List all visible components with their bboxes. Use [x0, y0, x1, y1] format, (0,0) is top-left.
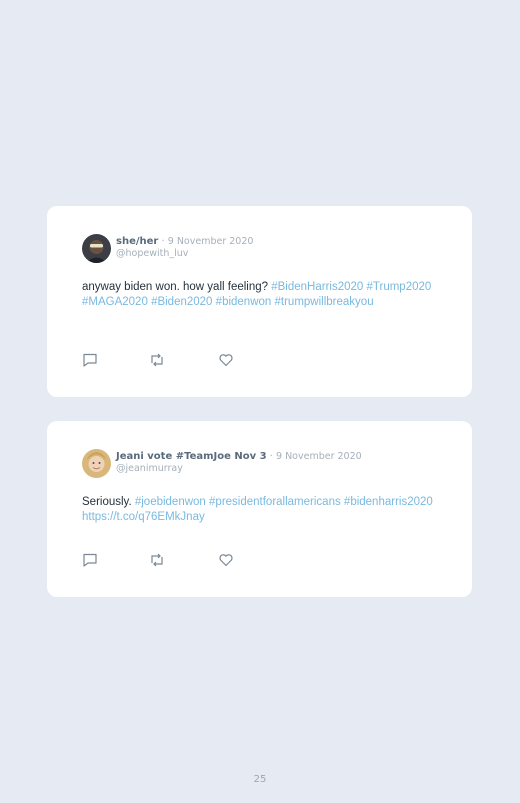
hashtag-link[interactable]: #bidenwon	[216, 296, 272, 308]
hashtag-link[interactable]: #MAGA2020	[82, 296, 148, 308]
page-number: 25	[253, 774, 267, 785]
separator-dot: ·	[161, 236, 165, 247]
tweet-date[interactable]: 9 November 2020	[168, 236, 254, 247]
tweet-text-plain: Seriously.	[82, 496, 135, 508]
retweet-icon[interactable]	[149, 352, 165, 368]
tweet-card: Jeani vote #TeamJoe Nov 3 · 9 November 2…	[47, 421, 472, 597]
hashtag-link[interactable]: #presidentforallamericans	[209, 496, 341, 508]
url-link[interactable]: https://t.co/q76EMkJnay	[82, 511, 205, 523]
author-handle[interactable]: @jeanimurray	[116, 463, 362, 475]
reply-icon[interactable]	[82, 552, 98, 568]
author-name[interactable]: Jeani vote #TeamJoe Nov 3	[116, 451, 267, 462]
heart-icon[interactable]	[218, 552, 234, 568]
hashtag-link[interactable]: #bidenharris2020	[344, 496, 433, 508]
hashtag-link[interactable]: #Biden2020	[151, 296, 212, 308]
hashtag-link[interactable]: #BidenHarris2020	[271, 281, 363, 293]
reply-icon[interactable]	[82, 352, 98, 368]
tweet-text-plain: anyway biden won. how yall feeling?	[82, 281, 272, 293]
avatar[interactable]	[82, 449, 111, 478]
hashtag-link[interactable]: #trumpwillbreakyou	[275, 296, 374, 308]
retweet-icon[interactable]	[149, 552, 165, 568]
tweet-card: she/her · 9 November 2020 @hopewith_luv …	[47, 206, 472, 397]
separator-dot: ·	[269, 451, 273, 462]
hashtag-link[interactable]: #joebidenwon	[135, 496, 206, 508]
avatar[interactable]	[82, 234, 111, 263]
tweet-date[interactable]: 9 November 2020	[276, 451, 362, 462]
tweet-text: Seriously. #joebidenwon #presidentforall…	[82, 495, 437, 525]
heart-icon[interactable]	[218, 352, 234, 368]
author-handle[interactable]: @hopewith_luv	[116, 248, 253, 260]
author-name[interactable]: she/her	[116, 236, 158, 247]
hashtag-link[interactable]: #Trump2020	[367, 281, 432, 293]
tweet-text: anyway biden won. how yall feeling? #Bid…	[82, 280, 437, 310]
